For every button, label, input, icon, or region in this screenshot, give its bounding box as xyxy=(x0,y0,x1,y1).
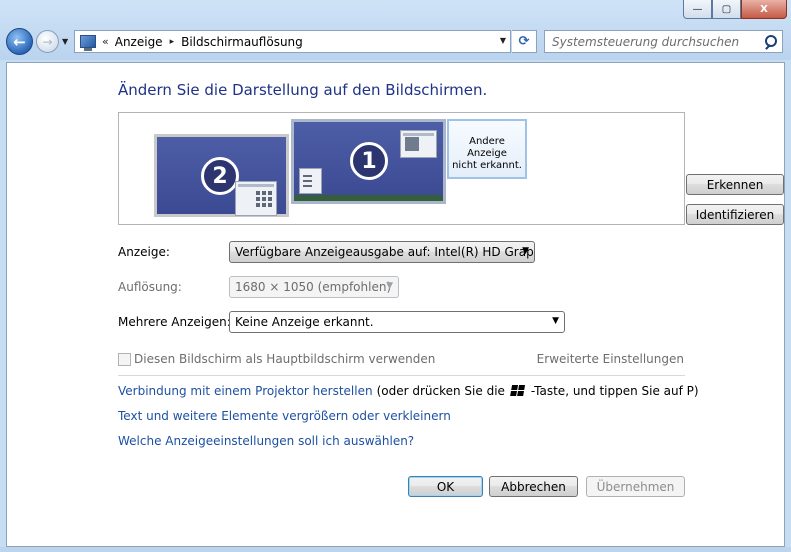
projector-link[interactable]: Verbindung mit einem Projektor herstelle… xyxy=(118,384,373,398)
address-dropdown-icon[interactable]: ▼ xyxy=(500,36,506,45)
refresh-button[interactable]: ⟳ xyxy=(512,30,537,53)
chevron-down-icon: ▼ xyxy=(522,246,529,256)
display-label: Anzeige: xyxy=(118,245,170,259)
search-icon[interactable] xyxy=(764,34,778,49)
resolution-label: Auflösung: xyxy=(118,280,182,294)
text-size-link[interactable]: Text und weitere Elemente vergrößern ode… xyxy=(118,409,451,423)
multiple-displays-select-value: Keine Anzeige erkannt. xyxy=(235,315,374,329)
breadcrumb-separator[interactable]: ▸ xyxy=(170,37,175,47)
monitor-2[interactable]: 2 xyxy=(154,134,289,217)
window-bottom-border xyxy=(0,547,791,552)
undetected-display[interactable]: Andere Anzeige nicht erkannt. xyxy=(447,119,527,179)
primary-display-checkbox[interactable] xyxy=(118,352,131,366)
page-title: Ändern Sie die Darstellung auf den Bilds… xyxy=(118,81,488,99)
search-box[interactable] xyxy=(544,30,783,53)
detect-button[interactable]: Erkennen xyxy=(686,174,784,195)
identify-button[interactable]: Identifizieren xyxy=(686,204,784,225)
primary-display-option: Diesen Bildschirm als Hauptbildschirm ve… xyxy=(118,352,435,366)
monitor-arrangement: 2 1 Andere Anzeige nicht erkannt. Erkenn… xyxy=(118,112,784,225)
monitor-2-window-thumbnail-icon xyxy=(235,181,277,216)
divider xyxy=(118,375,685,376)
breadcrumb-overflow[interactable]: « xyxy=(102,35,109,48)
chevron-down-icon: ▼ xyxy=(552,316,559,326)
display-select-value: Verfügbare Anzeigeausgabe auf: Intel(R) … xyxy=(235,245,535,259)
breadcrumb-bildschirmaufloesung[interactable]: Bildschirmauflösung xyxy=(181,35,303,49)
breadcrumb-anzeige[interactable]: Anzeige xyxy=(115,35,163,49)
window-controls: — ▢ X xyxy=(683,0,787,20)
close-button[interactable]: X xyxy=(741,0,787,19)
windows-logo-icon xyxy=(510,385,526,397)
monitor-1[interactable]: 1 xyxy=(291,119,446,204)
back-arrow-icon: ← xyxy=(13,32,26,51)
breadcrumb: « Anzeige ▸ Bildschirmauflösung xyxy=(102,35,303,49)
refresh-icon: ⟳ xyxy=(518,34,530,49)
monitor-1-window-thumbnail-icon xyxy=(400,130,437,158)
back-button[interactable]: ← xyxy=(6,28,33,55)
multiple-displays-select[interactable]: Keine Anzeige erkannt. ▼ xyxy=(229,311,565,333)
display-control-panel-icon xyxy=(80,35,96,51)
monitor-2-number: 2 xyxy=(201,157,239,195)
cancel-button[interactable]: Abbrechen xyxy=(489,476,578,497)
monitor-1-document-thumbnail-icon xyxy=(299,168,322,194)
recent-pages-dropdown[interactable]: ▼ xyxy=(62,37,68,46)
projector-line: Verbindung mit einem Projektor herstelle… xyxy=(118,384,699,398)
multiple-displays-label: Mehrere Anzeigen: xyxy=(118,315,231,329)
resolution-select[interactable]: 1680 × 1050 (empfohlen) ▼ xyxy=(229,276,399,298)
advanced-settings-link[interactable]: Erweiterte Einstellungen xyxy=(537,352,684,366)
primary-display-checkbox-label: Diesen Bildschirm als Hauptbildschirm ve… xyxy=(134,352,436,366)
which-settings-link[interactable]: Welche Anzeigeeinstellungen soll ich aus… xyxy=(118,434,414,448)
resolution-select-value: 1680 × 1050 (empfohlen) xyxy=(235,280,392,294)
minimize-button[interactable]: — xyxy=(683,0,712,19)
chevron-down-icon: ▼ xyxy=(386,281,393,291)
ok-button[interactable]: OK xyxy=(408,476,483,497)
monitor-1-number: 1 xyxy=(350,142,388,180)
search-input[interactable] xyxy=(552,34,752,49)
projector-hint-pre: (oder drücken Sie die xyxy=(376,384,505,398)
address-bar[interactable]: « Anzeige ▸ Bildschirmauflösung ▼ xyxy=(74,30,511,53)
main-content: Ändern Sie die Darstellung auf den Bilds… xyxy=(6,62,785,547)
apply-button[interactable]: Übernehmen xyxy=(586,476,685,497)
undetected-display-line2: nicht erkannt. xyxy=(452,160,522,171)
undetected-display-line1: Andere Anzeige xyxy=(467,136,507,159)
maximize-button[interactable]: ▢ xyxy=(712,0,741,19)
forward-button[interactable]: → xyxy=(36,30,59,53)
forward-arrow-icon: → xyxy=(42,34,53,49)
monitor-1-taskbar xyxy=(294,195,443,201)
projector-hint-post: -Taste, und tippen Sie auf P) xyxy=(530,384,699,398)
display-select[interactable]: Verfügbare Anzeigeausgabe auf: Intel(R) … xyxy=(229,241,535,263)
